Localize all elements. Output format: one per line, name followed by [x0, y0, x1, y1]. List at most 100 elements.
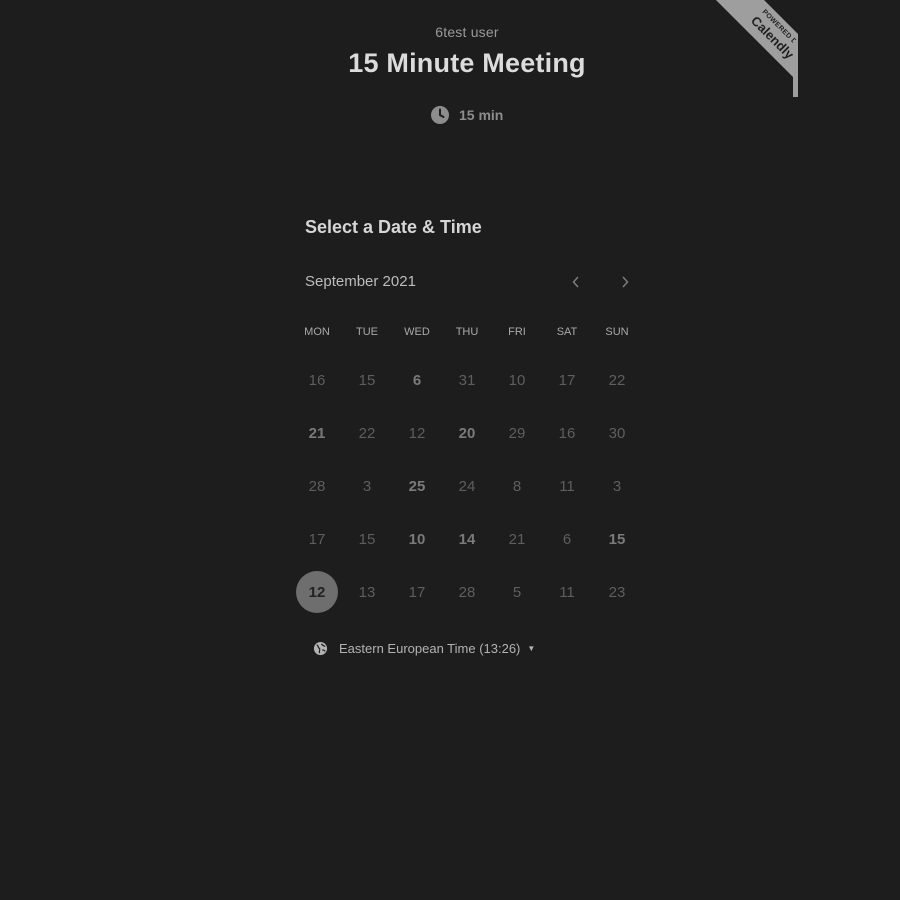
date-number: 13 [358, 583, 376, 601]
date-number: 17 [308, 530, 326, 548]
date-number: 5 [512, 583, 522, 601]
calendar-date: 6 [542, 517, 592, 561]
calendar-date: 21 [492, 517, 542, 561]
calendar-date: 12 [392, 411, 442, 455]
date-number: 30 [608, 424, 626, 442]
calendar-date: 15 [342, 517, 392, 561]
calendar-date: 17 [542, 358, 592, 402]
date-number: 17 [408, 583, 426, 601]
available-date[interactable]: 25 [392, 464, 442, 508]
available-date[interactable]: 6 [392, 358, 442, 402]
date-number: 12 [296, 571, 338, 613]
date-number: 14 [458, 530, 476, 548]
weekday-label: MON [304, 326, 330, 338]
calendar-date: 3 [342, 464, 392, 508]
calendar-date: 11 [542, 570, 592, 614]
calendar-date: 3 [592, 464, 642, 508]
calendar-week-row: 12 13 17 28 5 11 23 [292, 570, 644, 623]
date-number: 8 [512, 477, 522, 495]
date-number: 16 [558, 424, 576, 442]
available-date[interactable]: 15 [592, 517, 642, 561]
powered-by-badge[interactable]: POWERED BY Calendly [688, 0, 798, 97]
month-label: September 2021 [305, 273, 416, 290]
badge-band: POWERED BY Calendly [709, 0, 798, 97]
weekday-label: TUE [356, 326, 378, 338]
timezone-label: Eastern European Time (13:26) [339, 641, 521, 656]
date-number: 15 [608, 530, 626, 548]
caret-down-icon: ▼ [527, 644, 536, 653]
available-date[interactable]: 20 [442, 411, 492, 455]
date-number: 6 [562, 530, 572, 548]
calendar-grid: MON TUE WED THU FRI SAT SUN 16 15 6 31 10 17 2… [292, 322, 644, 623]
weekday-label: FRI [508, 326, 526, 338]
available-date[interactable]: 14 [442, 517, 492, 561]
date-number: 24 [458, 477, 476, 495]
calendar-date: 29 [492, 411, 542, 455]
calendar-date: 17 [292, 517, 342, 561]
calendar-date: 30 [592, 411, 642, 455]
weekday-label: SAT [556, 326, 578, 338]
date-number: 28 [308, 477, 326, 495]
calendar-date: 31 [442, 358, 492, 402]
weekday-label: THU [455, 326, 479, 338]
chevron-right-icon [622, 276, 629, 288]
weekday-label: SUN [605, 326, 629, 338]
chevron-left-icon [572, 276, 579, 288]
date-number: 20 [458, 424, 476, 442]
available-date[interactable]: 10 [392, 517, 442, 561]
badge-tail [793, 40, 798, 97]
date-number: 22 [608, 371, 626, 389]
calendar-date: 28 [292, 464, 342, 508]
date-number: 12 [408, 424, 426, 442]
booking-page: 6test user 15 Minute Meeting 15 min POWE… [0, 0, 900, 900]
date-number: 16 [308, 371, 326, 389]
calendar-weeks: 16 15 6 31 10 17 22 21 22 12 20 29 16 30 28 3 25 24 8 11 3 17… [292, 358, 644, 623]
date-number: 11 [559, 477, 575, 495]
date-number: 21 [508, 530, 526, 548]
calendar-week-row: 17 15 10 14 21 6 15 [292, 517, 644, 570]
calendar-date: 13 [342, 570, 392, 614]
calendar-date: 23 [592, 570, 642, 614]
date-number: 15 [358, 530, 376, 548]
date-number: 21 [308, 424, 326, 442]
date-number: 6 [412, 371, 422, 389]
calendar-date: 28 [442, 570, 492, 614]
date-number: 28 [458, 583, 476, 601]
globe-icon [313, 641, 328, 656]
prev-month-button[interactable] [564, 270, 588, 294]
badge-brand: Calendly [748, 13, 797, 62]
date-number: 29 [508, 424, 526, 442]
clock-icon [431, 106, 449, 124]
date-number: 23 [608, 583, 626, 601]
weekday-header: MON TUE WED THU FRI SAT SUN [292, 322, 644, 342]
selected-date[interactable]: 12 [292, 570, 342, 614]
calendar-date: 22 [592, 358, 642, 402]
weekday-label: WED [404, 326, 430, 338]
calendar-date: 16 [542, 411, 592, 455]
calendar-date: 17 [392, 570, 442, 614]
calendar-date: 16 [292, 358, 342, 402]
calendar-week-row: 28 3 25 24 8 11 3 [292, 464, 644, 517]
date-number: 3 [612, 477, 622, 495]
calendar-date: 22 [342, 411, 392, 455]
calendar-week-row: 16 15 6 31 10 17 22 [292, 358, 644, 411]
available-date[interactable]: 21 [292, 411, 342, 455]
date-number: 11 [559, 583, 575, 601]
date-number: 10 [408, 530, 426, 548]
duration-label: 15 min [459, 107, 504, 123]
section-title: Select a Date & Time [305, 217, 482, 237]
date-number: 3 [362, 477, 372, 495]
calendar-date: 10 [492, 358, 542, 402]
date-number: 17 [558, 371, 576, 389]
calendar-date: 5 [492, 570, 542, 614]
calendar-week-row: 21 22 12 20 29 16 30 [292, 411, 644, 464]
date-number: 15 [358, 371, 376, 389]
next-month-button[interactable] [613, 270, 637, 294]
timezone-selector[interactable]: Eastern European Time (13:26) ▼ [313, 641, 535, 656]
calendar-date: 8 [492, 464, 542, 508]
calendar-date: 11 [542, 464, 592, 508]
date-number: 22 [358, 424, 376, 442]
date-number: 25 [408, 477, 426, 495]
date-number: 31 [458, 371, 476, 389]
calendar-date: 24 [442, 464, 492, 508]
